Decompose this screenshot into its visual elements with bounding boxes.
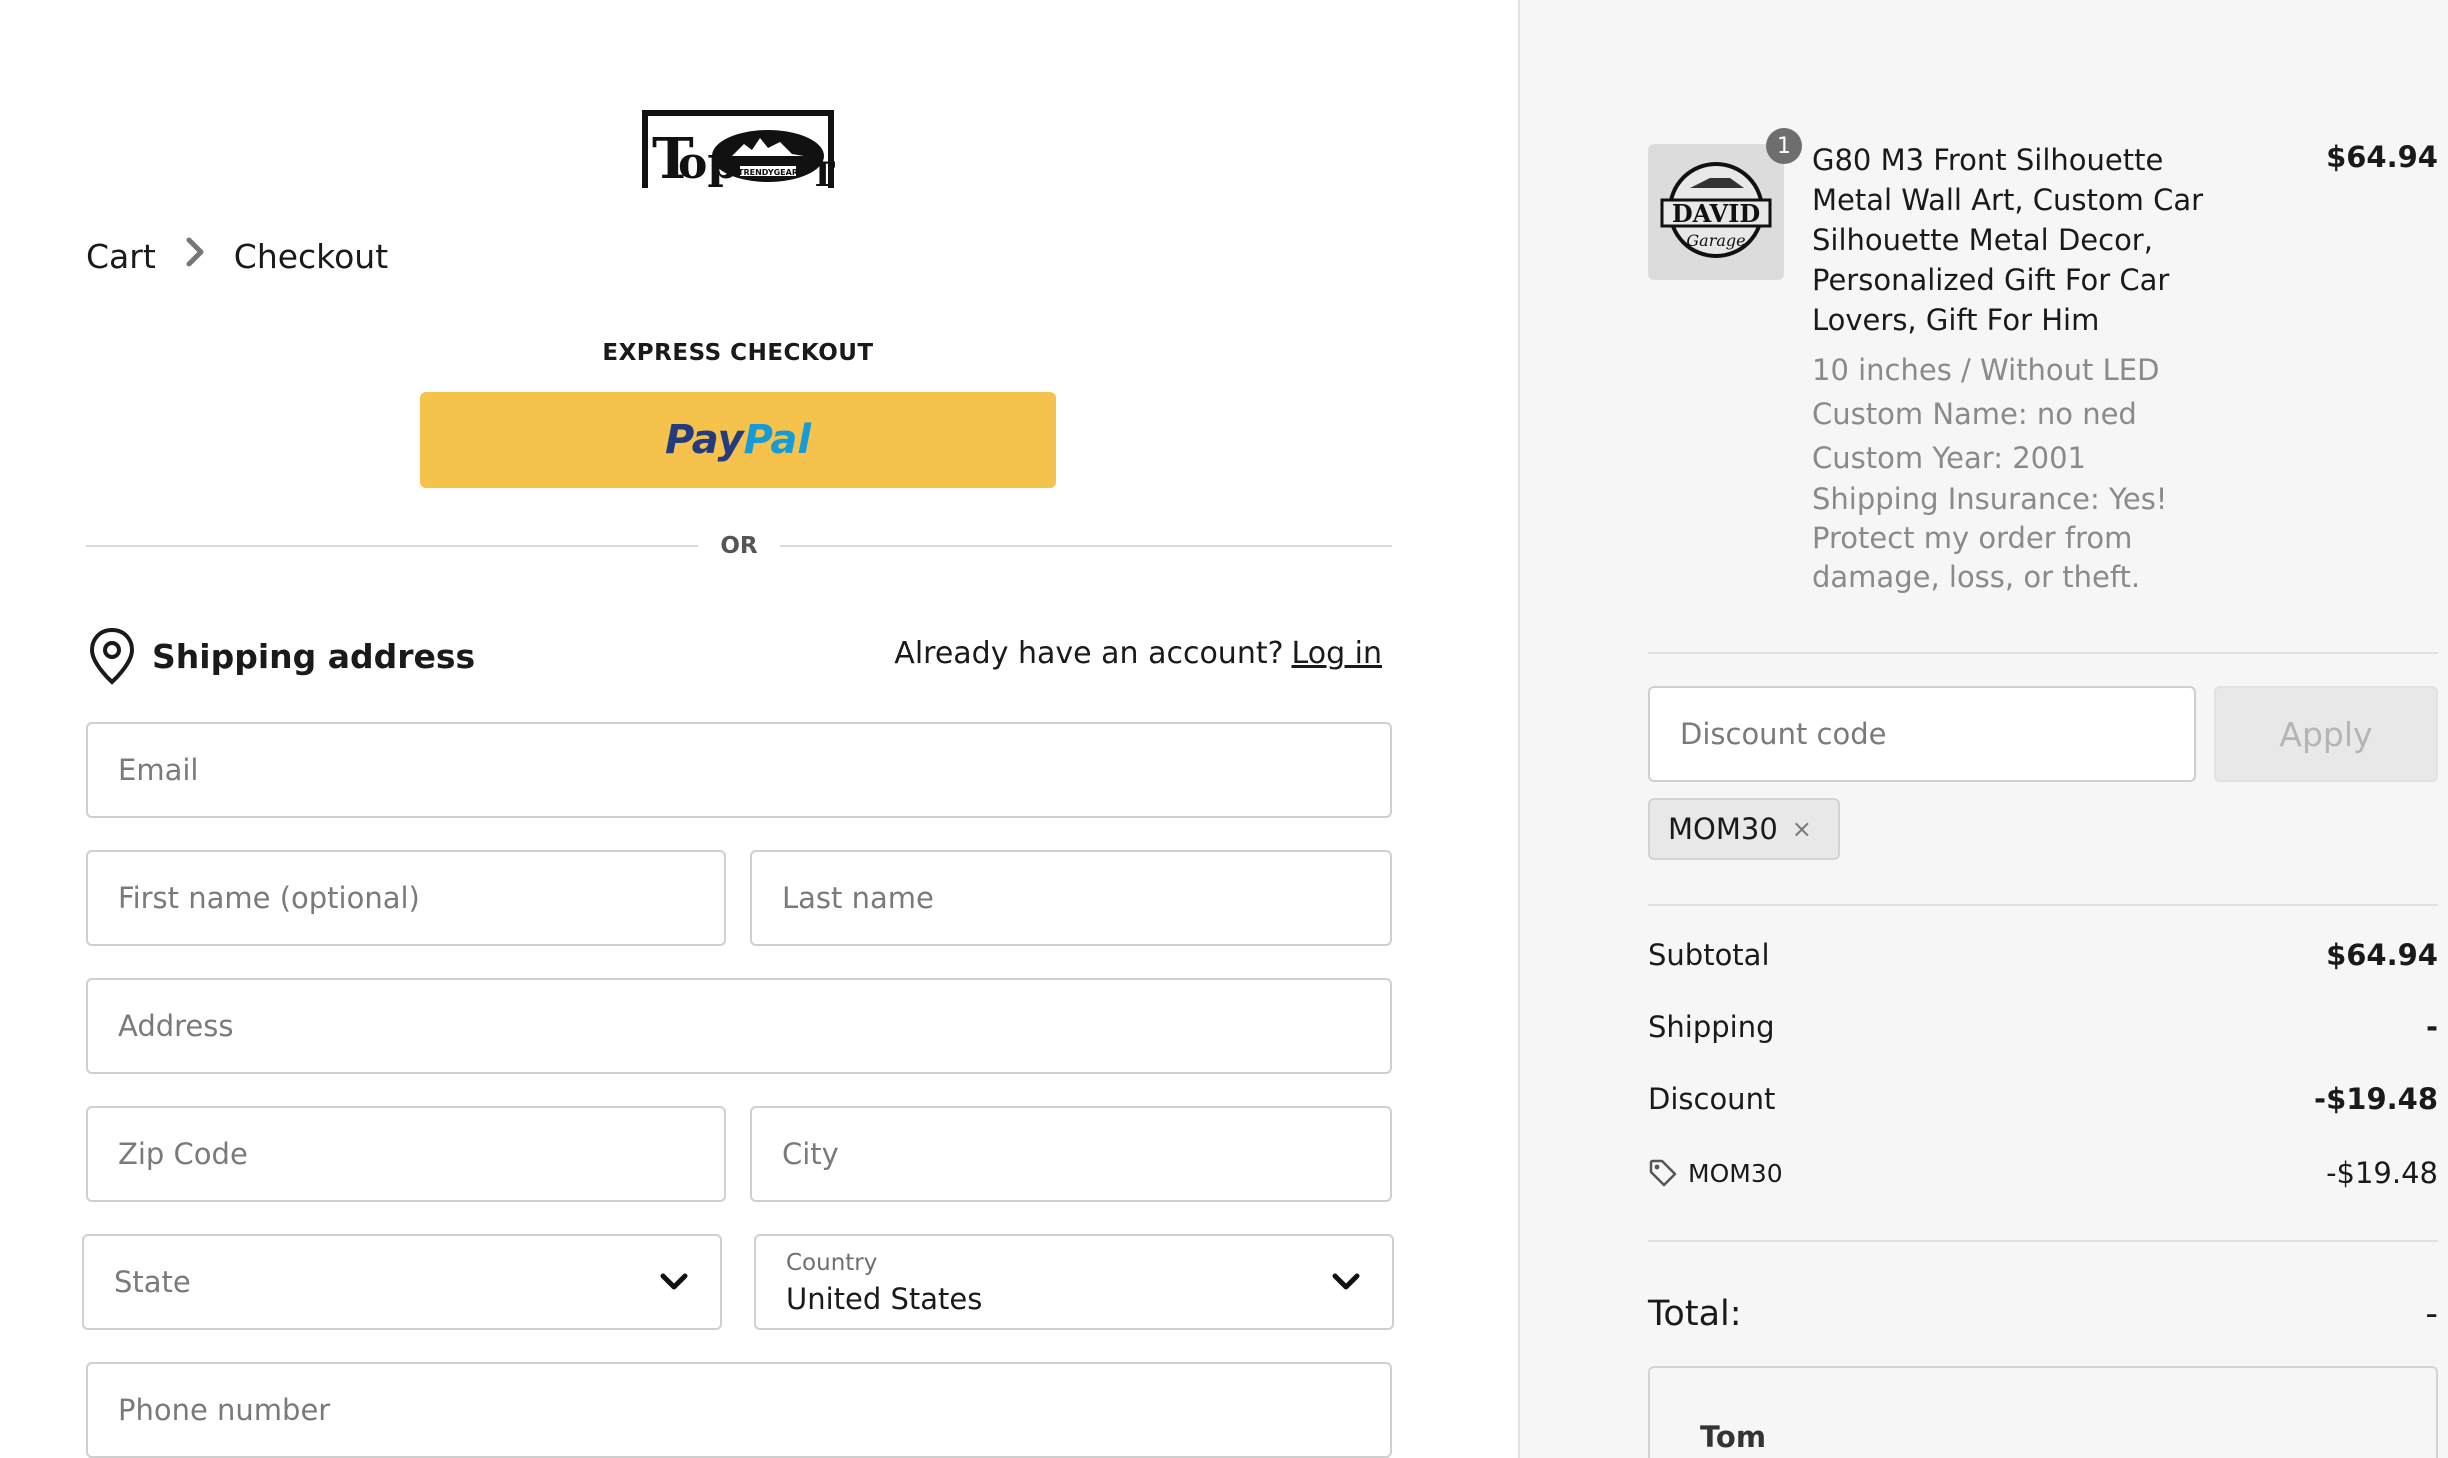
account-prompt: Already have an account? Log in <box>894 636 1382 671</box>
first-name-field[interactable] <box>86 850 726 946</box>
subtotal-row: Subtotal $64.94 <box>1648 938 2438 972</box>
or-label: OR <box>720 533 758 559</box>
quantity-badge: 1 <box>1766 128 1802 164</box>
payment-method-box[interactable]: Tom <box>1648 1366 2438 1458</box>
phone-input[interactable] <box>118 1364 1390 1456</box>
apply-discount-button[interactable]: Apply <box>2214 686 2438 782</box>
last-name-field[interactable] <box>750 850 1392 946</box>
promo-code-text: MOM30 <box>1688 1158 1783 1188</box>
discount-code-field[interactable] <box>1648 686 2196 782</box>
divider <box>1648 1240 2438 1242</box>
total-row: Total: - <box>1648 1294 2438 1334</box>
svg-text:T: T <box>810 155 835 192</box>
product-custom-name: Custom Name: no ned <box>1812 397 2137 431</box>
account-prompt-text: Already have an account? <box>894 636 1284 671</box>
checkout-main-panel: T op TRENDYGEAR T Cart Checkout EXPRESS … <box>0 0 1518 1458</box>
promo-code-value: -$19.48 <box>2326 1156 2438 1190</box>
paypal-logo-pal: Pal <box>743 417 812 463</box>
product-options: 10 inches / Without LED Custom Name: no … <box>1812 348 2252 597</box>
zip-code-field[interactable] <box>86 1106 726 1202</box>
discount-label: Discount <box>1648 1082 1776 1116</box>
discount-row: Discount -$19.48 <box>1648 1082 2438 1116</box>
shipping-address-title: Shipping address <box>152 636 476 676</box>
applied-discount-tag: MOM30 × <box>1648 798 1840 860</box>
product-custom-year: Custom Year: 2001 <box>1812 441 2086 475</box>
promo-code-label: MOM30 <box>1648 1156 1783 1190</box>
location-pin-icon <box>89 627 135 685</box>
total-value: - <box>2425 1294 2438 1334</box>
state-select-value: State <box>114 1265 191 1299</box>
city-input[interactable] <box>782 1108 1390 1200</box>
discount-code-input[interactable] <box>1680 717 2194 751</box>
shipping-value: - <box>2425 1010 2438 1044</box>
breadcrumb-cart-link[interactable]: Cart <box>86 237 156 276</box>
email-field[interactable] <box>86 722 1392 818</box>
phone-field[interactable] <box>86 1362 1392 1458</box>
divider-line <box>779 545 1393 547</box>
store-logo[interactable]: T op TRENDYGEAR T <box>640 108 840 192</box>
breadcrumb: Cart Checkout <box>86 236 388 276</box>
or-divider: OR <box>86 530 1393 562</box>
order-summary-panel: DAVID Garage 1 G80 M3 Front Silhouette M… <box>1518 0 2448 1458</box>
zip-code-input[interactable] <box>118 1108 724 1200</box>
svg-text:TRENDYGEAR: TRENDYGEAR <box>738 168 798 177</box>
country-select-value: United States <box>786 1282 983 1316</box>
product-price: $64.94 <box>2326 140 2438 174</box>
divider <box>1648 904 2438 906</box>
product-shipping-insurance: Shipping Insurance: Yes! Protect my orde… <box>1812 482 2168 594</box>
subtotal-value: $64.94 <box>2326 938 2438 972</box>
promo-code-row: MOM30 -$19.48 <box>1648 1156 2438 1190</box>
applied-discount-code: MOM30 <box>1668 812 1778 846</box>
last-name-input[interactable] <box>782 852 1390 944</box>
divider <box>1648 652 2438 654</box>
product-image: DAVID Garage <box>1648 144 1784 280</box>
paypal-logo-pay: Pay <box>664 417 744 463</box>
close-icon[interactable]: × <box>1792 815 1812 843</box>
discount-value: -$19.48 <box>2314 1082 2438 1116</box>
shipping-header: Shipping address <box>86 626 475 686</box>
product-name: G80 M3 Front Silhouette Metal Wall Art, … <box>1812 143 2204 337</box>
country-select[interactable]: Country United States <box>754 1234 1394 1330</box>
shipping-label: Shipping <box>1648 1010 1775 1044</box>
svg-text:Garage: Garage <box>1686 231 1745 250</box>
express-checkout-title: EXPRESS CHECKOUT <box>602 340 874 366</box>
svg-text:DAVID: DAVID <box>1672 199 1760 228</box>
chevron-down-icon <box>660 1273 688 1290</box>
country-label: Country <box>786 1250 878 1276</box>
product-variant: 10 inches / Without LED <box>1812 353 2160 387</box>
breadcrumb-checkout: Checkout <box>233 236 389 276</box>
shipping-row: Shipping - <box>1648 1010 2438 1044</box>
address-field[interactable] <box>86 978 1392 1074</box>
city-field[interactable] <box>750 1106 1392 1202</box>
divider-line <box>86 545 699 547</box>
tag-icon <box>1649 1159 1677 1187</box>
chevron-right-icon <box>184 236 206 276</box>
product-thumbnail: DAVID Garage 1 <box>1648 128 1802 280</box>
subtotal-label: Subtotal <box>1648 938 1770 972</box>
email-input[interactable] <box>118 724 1390 816</box>
paypal-button[interactable]: Pay Pal <box>420 392 1056 488</box>
total-label: Total: <box>1648 1294 1742 1334</box>
chevron-down-icon <box>1332 1273 1360 1290</box>
state-select[interactable]: State <box>82 1234 722 1330</box>
first-name-input[interactable] <box>118 852 724 944</box>
payment-method-name: Tom <box>1700 1420 1767 1454</box>
login-link[interactable]: Log in <box>1292 636 1382 671</box>
address-input[interactable] <box>118 980 1390 1072</box>
